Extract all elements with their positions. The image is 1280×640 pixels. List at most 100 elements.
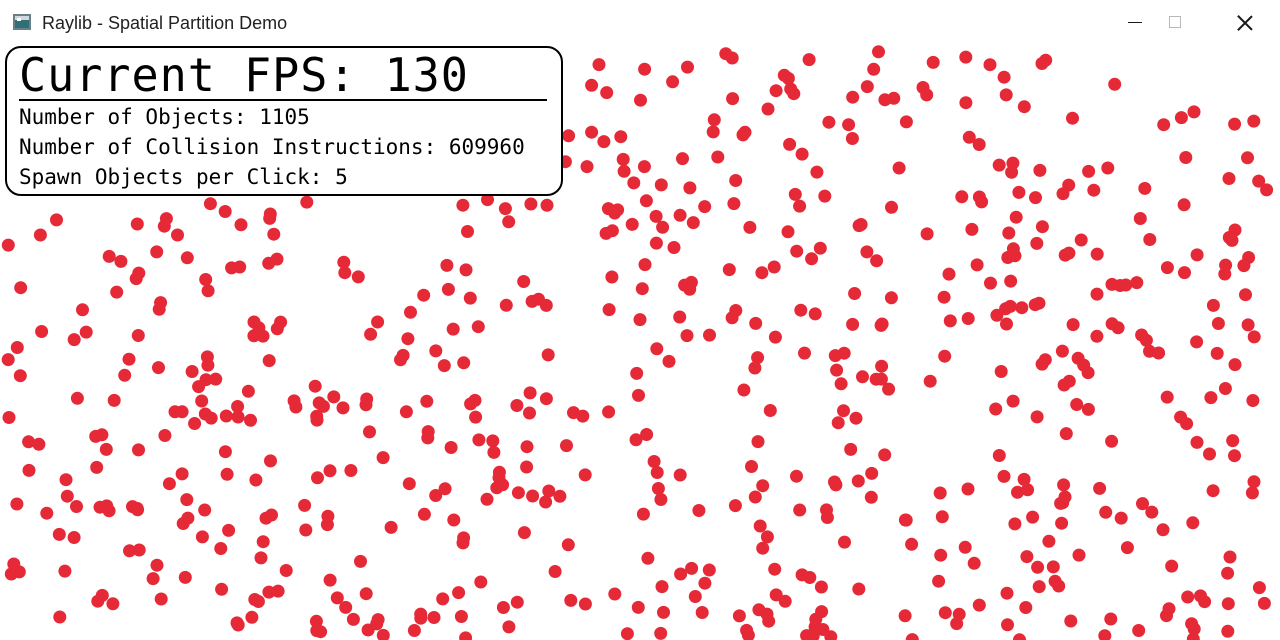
- particle: [1081, 366, 1095, 380]
- close-button[interactable]: [1222, 0, 1268, 45]
- particle: [215, 582, 229, 596]
- particle: [933, 486, 947, 500]
- particle: [267, 227, 281, 241]
- particle: [436, 592, 450, 606]
- particle: [632, 388, 645, 402]
- particle: [457, 356, 471, 370]
- particle: [673, 468, 687, 482]
- particle: [159, 212, 173, 226]
- particle: [222, 523, 236, 537]
- particle: [540, 198, 554, 212]
- particle: [637, 160, 651, 174]
- particle: [820, 503, 833, 517]
- particle: [938, 606, 952, 620]
- particle: [802, 53, 816, 67]
- particle: [845, 132, 859, 145]
- particle: [959, 50, 973, 64]
- particle: [351, 270, 365, 284]
- particle: [132, 443, 145, 457]
- particle: [727, 197, 741, 211]
- particle: [654, 493, 668, 506]
- particle: [736, 128, 750, 142]
- particle: [722, 263, 736, 277]
- object-count: Number of Objects: 1105: [19, 105, 310, 129]
- particle: [1066, 111, 1079, 125]
- particle: [1105, 317, 1119, 331]
- particle: [70, 391, 84, 405]
- particle: [171, 228, 184, 242]
- particle: [199, 273, 213, 286]
- particle: [123, 544, 136, 558]
- window-titlebar[interactable]: Raylib - Spatial Partition Demo: [0, 0, 1280, 45]
- particle: [76, 303, 89, 317]
- particle: [1190, 435, 1204, 449]
- particle: [662, 354, 676, 368]
- particle: [175, 467, 189, 481]
- particle: [53, 610, 67, 624]
- particle: [499, 298, 513, 312]
- particle: [737, 383, 751, 397]
- particle: [2, 411, 16, 424]
- particle: [300, 195, 314, 209]
- particle: [245, 610, 259, 624]
- particle: [168, 405, 182, 419]
- particle: [496, 478, 510, 492]
- particle: [1004, 274, 1018, 288]
- particle: [498, 202, 512, 216]
- particle: [1226, 434, 1240, 448]
- particle: [673, 310, 687, 324]
- particle: [926, 55, 940, 69]
- particle: [1098, 629, 1112, 640]
- particle: [673, 208, 687, 222]
- particle: [152, 361, 165, 375]
- particle: [1119, 278, 1133, 292]
- particle: [35, 325, 49, 338]
- minimize-icon: [1128, 22, 1142, 23]
- particle: [674, 567, 688, 581]
- particle: [308, 379, 322, 393]
- particle: [899, 115, 913, 129]
- particle: [79, 325, 93, 339]
- particle: [1090, 247, 1104, 261]
- particle: [344, 464, 358, 477]
- particle: [899, 513, 913, 527]
- particle: [719, 47, 733, 61]
- particle: [970, 258, 984, 272]
- particle: [846, 317, 860, 331]
- particle: [1011, 485, 1024, 499]
- particle: [487, 445, 501, 459]
- particle: [761, 102, 775, 116]
- fps-counter: Current FPS: 130: [19, 48, 469, 102]
- particle: [1120, 541, 1134, 555]
- particle: [639, 194, 653, 208]
- particle: [1247, 114, 1261, 128]
- particle: [67, 333, 81, 347]
- particle: [828, 475, 841, 489]
- particle: [1133, 212, 1147, 225]
- particle: [1221, 624, 1235, 638]
- raylib-app-icon: [13, 14, 31, 30]
- particle: [122, 352, 136, 366]
- particle: [50, 213, 63, 227]
- particle: [251, 595, 265, 608]
- particle: [605, 270, 619, 284]
- particle: [1052, 579, 1066, 593]
- particle: [602, 405, 616, 419]
- particle: [1198, 595, 1212, 609]
- particle: [309, 614, 323, 628]
- particle: [961, 482, 975, 496]
- particle: [920, 88, 934, 102]
- particle: [972, 138, 986, 151]
- particle: [636, 507, 650, 521]
- particle: [656, 220, 670, 234]
- particle: [878, 448, 892, 462]
- maximize-button[interactable]: [1152, 0, 1198, 45]
- particle: [1059, 427, 1073, 441]
- particle: [539, 392, 553, 406]
- particle: [794, 303, 808, 317]
- particle: [1020, 550, 1034, 564]
- application-window: Raylib - Spatial Partition Demo Current …: [0, 0, 1280, 640]
- particle: [751, 435, 765, 449]
- particle: [882, 382, 896, 396]
- particle: [1071, 351, 1085, 365]
